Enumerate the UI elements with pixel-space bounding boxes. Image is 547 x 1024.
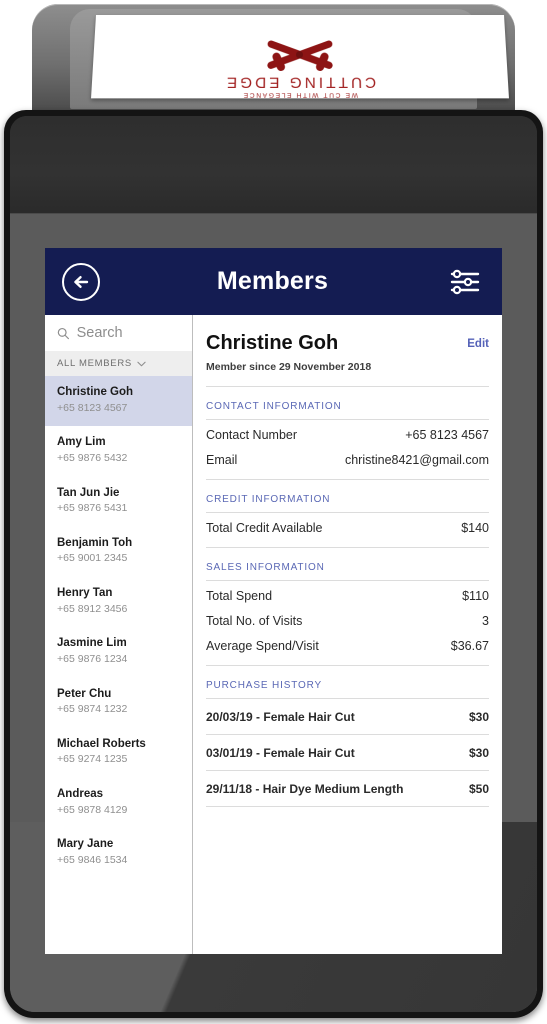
purchase-history-amount: $30	[468, 710, 489, 724]
detail-field-row: Average Spend/Visit $36.67	[206, 631, 489, 656]
purchase-history-label: 20/03/19 - Female Hair Cut	[206, 710, 355, 724]
member-detail-sections: CONTACT INFORMATION Contact Number +65 812…	[206, 387, 489, 666]
detail-field-row: Total Spend $110	[206, 581, 489, 606]
member-list-item-name: Jasmine Lim	[57, 637, 127, 650]
purchase-history-row: 29/11/18 - Hair Dye Medium Length $50	[206, 771, 489, 807]
member-list-item-name: Andreas	[57, 788, 104, 801]
member-list-item[interactable]: Michael Roberts +65 9274 1235	[45, 728, 192, 778]
pos-terminal-device: WE CUT WITH ELEGANCE CUTTING EDGE Member…	[0, 0, 547, 1024]
member-since-text: Member since 29 November 2018	[206, 361, 372, 373]
detail-field-value: $110	[462, 589, 489, 603]
member-list-item-phone: +65 9274 1235	[57, 753, 128, 766]
detail-section-title: CONTACT INFORMATION	[206, 401, 489, 420]
detail-field-label: Email	[206, 453, 238, 467]
member-list-item-phone: +65 9874 1232	[57, 703, 128, 716]
detail-field-row: Total No. of Visits 3	[206, 606, 489, 631]
member-list-item-name: Benjamin Toh	[57, 536, 133, 549]
member-list-item-phone: +65 9846 1534	[57, 853, 128, 866]
detail-field-value: $36.67	[450, 639, 489, 653]
purchase-history-row: 03/01/19 - Female Hair Cut $30	[206, 735, 489, 771]
detail-field-label: Contact Number	[206, 428, 298, 442]
purchase-history-row: 20/03/19 - Female Hair Cut $30	[206, 699, 489, 735]
page-title: Members	[216, 267, 329, 295]
chevron-down-icon	[137, 361, 146, 366]
detail-field-label: Average Spend/Visit	[206, 639, 319, 653]
purchase-history-amount: $50	[468, 782, 489, 796]
purchase-history-title: PURCHASE HISTORY	[206, 680, 489, 699]
sliders-filter-icon	[450, 269, 480, 294]
member-detail-header: Christine Goh Member since 29 November 2…	[206, 315, 489, 387]
member-list-item-phone: +65 8912 3456	[57, 602, 128, 615]
filter-settings-button[interactable]	[445, 265, 485, 299]
purchase-history-label: 29/11/18 - Hair Dye Medium Length	[206, 782, 404, 796]
detail-section: CREDIT INFORMATION Total Credit Available…	[206, 480, 489, 548]
detail-field-value: $140	[461, 521, 489, 535]
members-list[interactable]: Christine Goh +65 8123 4567 Amy Lim +65 987…	[45, 376, 192, 954]
back-arrow-icon	[74, 275, 89, 288]
purchase-history-section: PURCHASE HISTORY 20/03/19 - Female Hair …	[206, 666, 489, 807]
back-button[interactable]	[62, 262, 100, 301]
member-list-item[interactable]: Tan Jun Jie +65 9876 5431	[45, 477, 192, 527]
edit-member-link[interactable]: Edit	[467, 331, 489, 350]
member-list-item[interactable]: Christine Goh +65 8123 4567	[45, 376, 192, 427]
detail-field-row: Contact Number +65 8123 4567	[206, 420, 489, 445]
all-members-filter-label: ALL MEMBERS	[57, 358, 132, 369]
detail-field-label: Total Spend	[206, 589, 273, 603]
scissors-icon	[257, 38, 342, 73]
receipt-brand-name: CUTTING EDGE	[223, 73, 377, 92]
search-bar[interactable]	[45, 315, 192, 351]
member-list-item[interactable]: Jasmine Lim +65 9876 1234	[45, 627, 192, 677]
member-list-item-phone: +65 8123 4567	[57, 401, 128, 414]
receipt-printer-housing: WE CUT WITH ELEGANCE CUTTING EDGE	[32, 4, 515, 114]
search-input[interactable]	[76, 325, 180, 341]
purchase-history-list: 20/03/19 - Female Hair Cut $30 03/01/19 - …	[206, 699, 489, 807]
member-list-item[interactable]: Andreas +65 9878 4129	[45, 778, 192, 828]
member-list-item-name: Christine Goh	[57, 386, 134, 398]
member-list-item-name: Amy Lim	[57, 436, 106, 449]
member-list-item[interactable]: Amy Lim +65 9876 5432	[45, 426, 192, 476]
app-header: Members	[45, 248, 502, 315]
receipt-logo: WE CUT WITH ELEGANCE CUTTING EDGE	[91, 38, 509, 98]
search-icon	[57, 327, 70, 339]
member-list-item[interactable]: Henry Tan +65 8912 3456	[45, 577, 192, 627]
member-list-item[interactable]: Peter Chu +65 9874 1232	[45, 678, 192, 728]
detail-field-value: 3	[482, 614, 489, 628]
detail-field-label: Total No. of Visits	[206, 614, 303, 628]
member-list-item-name: Mary Jane	[57, 838, 114, 851]
purchase-history-label: 03/01/19 - Female Hair Cut	[206, 746, 355, 760]
member-list-item-name: Michael Roberts	[57, 737, 146, 750]
member-name-heading: Christine Goh	[206, 332, 339, 354]
members-sidebar: ALL MEMBERS Christine Goh +65 8123 4567 Am…	[45, 315, 193, 954]
detail-section: CONTACT INFORMATION Contact Number +65 812…	[206, 387, 489, 480]
member-list-item-phone: +65 9876 1234	[57, 652, 128, 665]
detail-field-value: +65 8123 4567	[405, 428, 489, 442]
detail-field-label: Total Credit Available	[206, 521, 323, 535]
receipt-paper: WE CUT WITH ELEGANCE CUTTING EDGE	[91, 15, 509, 99]
member-list-item-phone: +65 9001 2345	[57, 552, 128, 565]
member-list-item-phone: +65 9876 5431	[57, 502, 128, 515]
receipt-tagline: WE CUT WITH ELEGANCE	[242, 91, 358, 99]
app-body: ALL MEMBERS Christine Goh +65 8123 4567 Am…	[45, 315, 502, 954]
detail-field-row: Total Credit Available $140	[206, 513, 489, 538]
member-list-item-phone: +65 9878 4129	[57, 803, 128, 816]
member-detail-panel: Christine Goh Member since 29 November 2…	[193, 315, 502, 954]
detail-field-value: christine8421@gmail.com	[344, 453, 489, 467]
all-members-filter-dropdown[interactable]: ALL MEMBERS	[45, 351, 192, 376]
detail-field-row: Email christine8421@gmail.com	[206, 445, 489, 470]
detail-section-title: CREDIT INFORMATION	[206, 494, 489, 513]
purchase-history-amount: $30	[468, 746, 489, 760]
member-list-item[interactable]: Benjamin Toh +65 9001 2345	[45, 527, 192, 577]
member-list-item-name: Tan Jun Jie	[57, 486, 120, 499]
member-list-item-name: Peter Chu	[57, 687, 112, 700]
detail-section-title: SALES INFORMATION	[206, 562, 489, 581]
member-list-item-phone: +65 9876 5432	[57, 451, 128, 464]
member-list-item[interactable]: Mary Jane +65 9846 1534	[45, 828, 192, 878]
app-screen: Members Search ALL MEMBERS Christine Goh…	[45, 248, 502, 954]
terminal-top-band	[10, 116, 537, 214]
member-list-item-name: Henry Tan	[57, 587, 113, 600]
detail-section: SALES INFORMATION Total Spend $110 Total No…	[206, 548, 489, 666]
